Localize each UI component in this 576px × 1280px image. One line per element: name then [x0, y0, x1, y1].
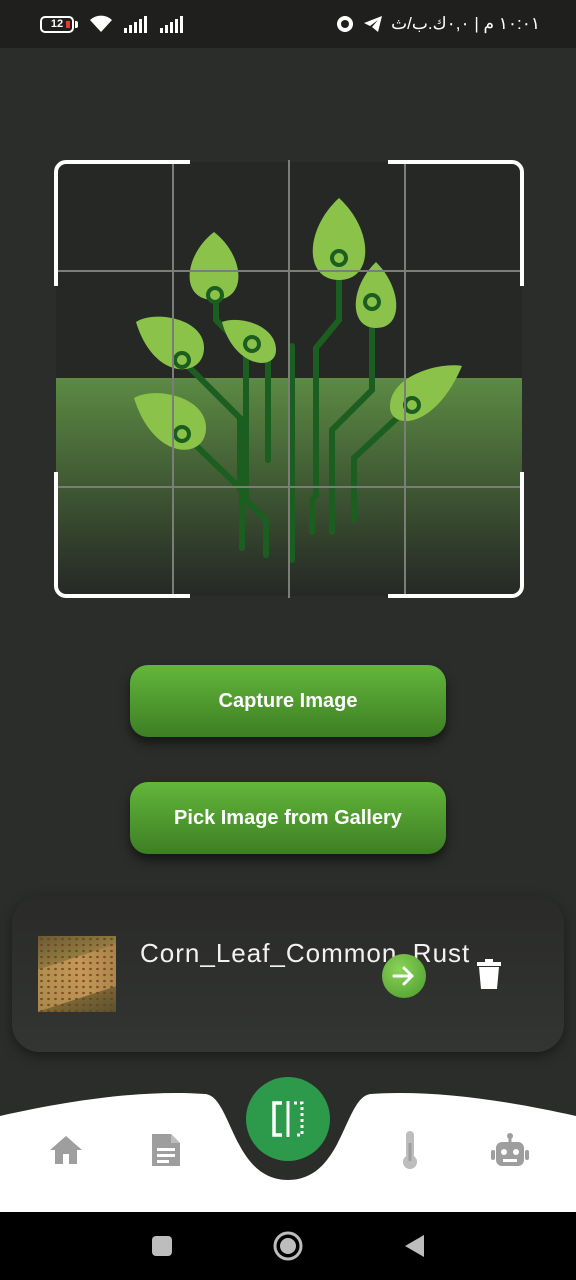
home-icon — [50, 1136, 82, 1164]
status-bar: 12 ١٠:٠١ م | ٠,٠ك.ب/ث — [0, 0, 576, 48]
grid-line — [288, 160, 290, 598]
robot-icon — [491, 1133, 529, 1166]
disease-name: Corn_Leaf_Common_Rust — [140, 938, 471, 968]
scan-icon — [272, 1101, 304, 1137]
thermometer-icon — [403, 1131, 417, 1169]
bottom-navigation — [0, 1077, 576, 1212]
signal-icon — [124, 16, 147, 33]
nav-assistant[interactable] — [490, 1130, 530, 1170]
circle-icon — [273, 1231, 303, 1261]
frame-corner-top-left — [54, 160, 190, 286]
status-right: ١٠:٠١ م | ٠,٠ك.ب/ث — [335, 14, 540, 34]
vpn-icon — [337, 16, 354, 32]
wifi-icon — [90, 15, 112, 32]
scan-button[interactable] — [246, 1077, 330, 1161]
status-left: 12 — [40, 14, 186, 34]
nav-home[interactable] — [46, 1130, 86, 1170]
nav-documents[interactable] — [146, 1130, 186, 1170]
delete-button[interactable] — [474, 956, 504, 992]
status-text: ١٠:٠١ م | ٠,٠ك.ب/ث — [391, 14, 540, 33]
battery-level: 12 — [50, 18, 64, 30]
pick-from-gallery-button[interactable]: Pick Image from Gallery — [130, 782, 446, 854]
square-icon — [152, 1236, 172, 1256]
camera-frame — [54, 160, 524, 598]
nav-temperature[interactable] — [390, 1130, 430, 1170]
frame-corner-bottom-left — [54, 472, 190, 598]
home-button[interactable] — [272, 1230, 304, 1262]
history-list-item[interactable]: Corn_Leaf_Common_Rust — [12, 896, 564, 1052]
frame-corner-top-right — [388, 160, 524, 286]
arrow-right-icon — [392, 966, 414, 986]
back-triangle-icon — [405, 1235, 424, 1257]
battery-icon: 12 — [40, 15, 78, 33]
signal-icon-2 — [160, 16, 183, 33]
system-navigation-bar — [0, 1212, 576, 1280]
frame-corner-bottom-right — [388, 472, 524, 598]
telegram-icon — [364, 16, 383, 32]
corn-leaf-thumbnail — [38, 936, 116, 1012]
trash-icon — [477, 959, 501, 989]
open-result-button[interactable] — [382, 954, 426, 998]
recents-button[interactable] — [146, 1230, 178, 1262]
capture-image-button[interactable]: Capture Image — [130, 665, 446, 737]
document-icon — [152, 1134, 180, 1166]
back-button[interactable] — [398, 1230, 430, 1262]
